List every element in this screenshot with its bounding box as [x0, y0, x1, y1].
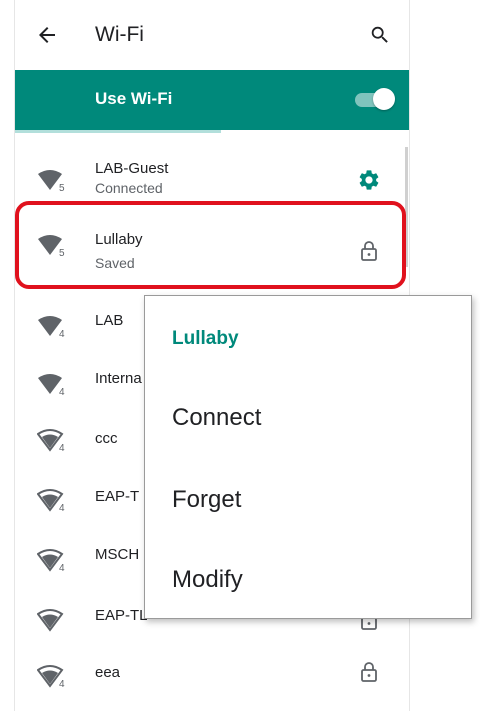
- wifi-signal-icon: 4: [37, 665, 65, 688]
- wifi-toggle[interactable]: [355, 88, 395, 112]
- wifi-signal-icon: 5: [38, 170, 65, 192]
- network-name: eea: [95, 664, 121, 681]
- menu-item-connect[interactable]: Connect: [172, 404, 261, 432]
- wifi-badge: 4: [59, 563, 65, 572]
- gear-icon[interactable]: [357, 168, 381, 192]
- menu-title: Lullaby: [172, 328, 239, 349]
- network-name: EAP-TL: [95, 607, 148, 624]
- toggle-thumb: [373, 88, 395, 110]
- network-status: Connected: [95, 180, 163, 196]
- network-name: Interna: [95, 370, 142, 387]
- wifi-badge: 4: [59, 387, 65, 396]
- selected-network-highlight: [15, 201, 406, 289]
- app-bar: Wi-Fi: [15, 0, 409, 70]
- wifi-badge: 4: [59, 329, 65, 338]
- network-row[interactable]: 4 eea: [15, 642, 409, 710]
- menu-item-modify[interactable]: Modify: [172, 566, 243, 594]
- network-context-menu: Lullaby Connect Forget Modify: [144, 295, 472, 619]
- wifi-signal-icon: 4: [37, 549, 65, 572]
- wifi-signal-icon: [37, 609, 64, 632]
- network-name: EAP-T: [95, 488, 140, 505]
- page-title: Wi-Fi: [95, 23, 144, 46]
- wifi-badge: 4: [59, 443, 65, 452]
- wifi-signal-icon: 4: [37, 489, 65, 512]
- scan-progress-indicator: [15, 130, 221, 133]
- use-wifi-label: Use Wi-Fi: [95, 89, 173, 108]
- network-name: LAB-Guest: [95, 160, 169, 177]
- arrow-back-icon[interactable]: [35, 23, 59, 47]
- use-wifi-switch-bar[interactable]: Use Wi-Fi: [15, 70, 409, 130]
- network-name: LAB: [95, 312, 124, 329]
- network-name: ccc: [95, 430, 118, 447]
- search-icon[interactable]: [369, 24, 391, 46]
- lock-icon: [361, 662, 377, 682]
- network-name: MSCH: [95, 546, 140, 563]
- wifi-signal-icon: 4: [38, 316, 65, 338]
- wifi-badge: 5: [59, 183, 65, 192]
- menu-item-forget[interactable]: Forget: [172, 486, 241, 514]
- wifi-badge: 4: [59, 679, 65, 688]
- wifi-badge: 4: [59, 503, 65, 512]
- wifi-signal-icon: 4: [37, 429, 65, 452]
- wifi-signal-icon: 4: [38, 374, 65, 396]
- scan-progress-bar: [15, 130, 409, 133]
